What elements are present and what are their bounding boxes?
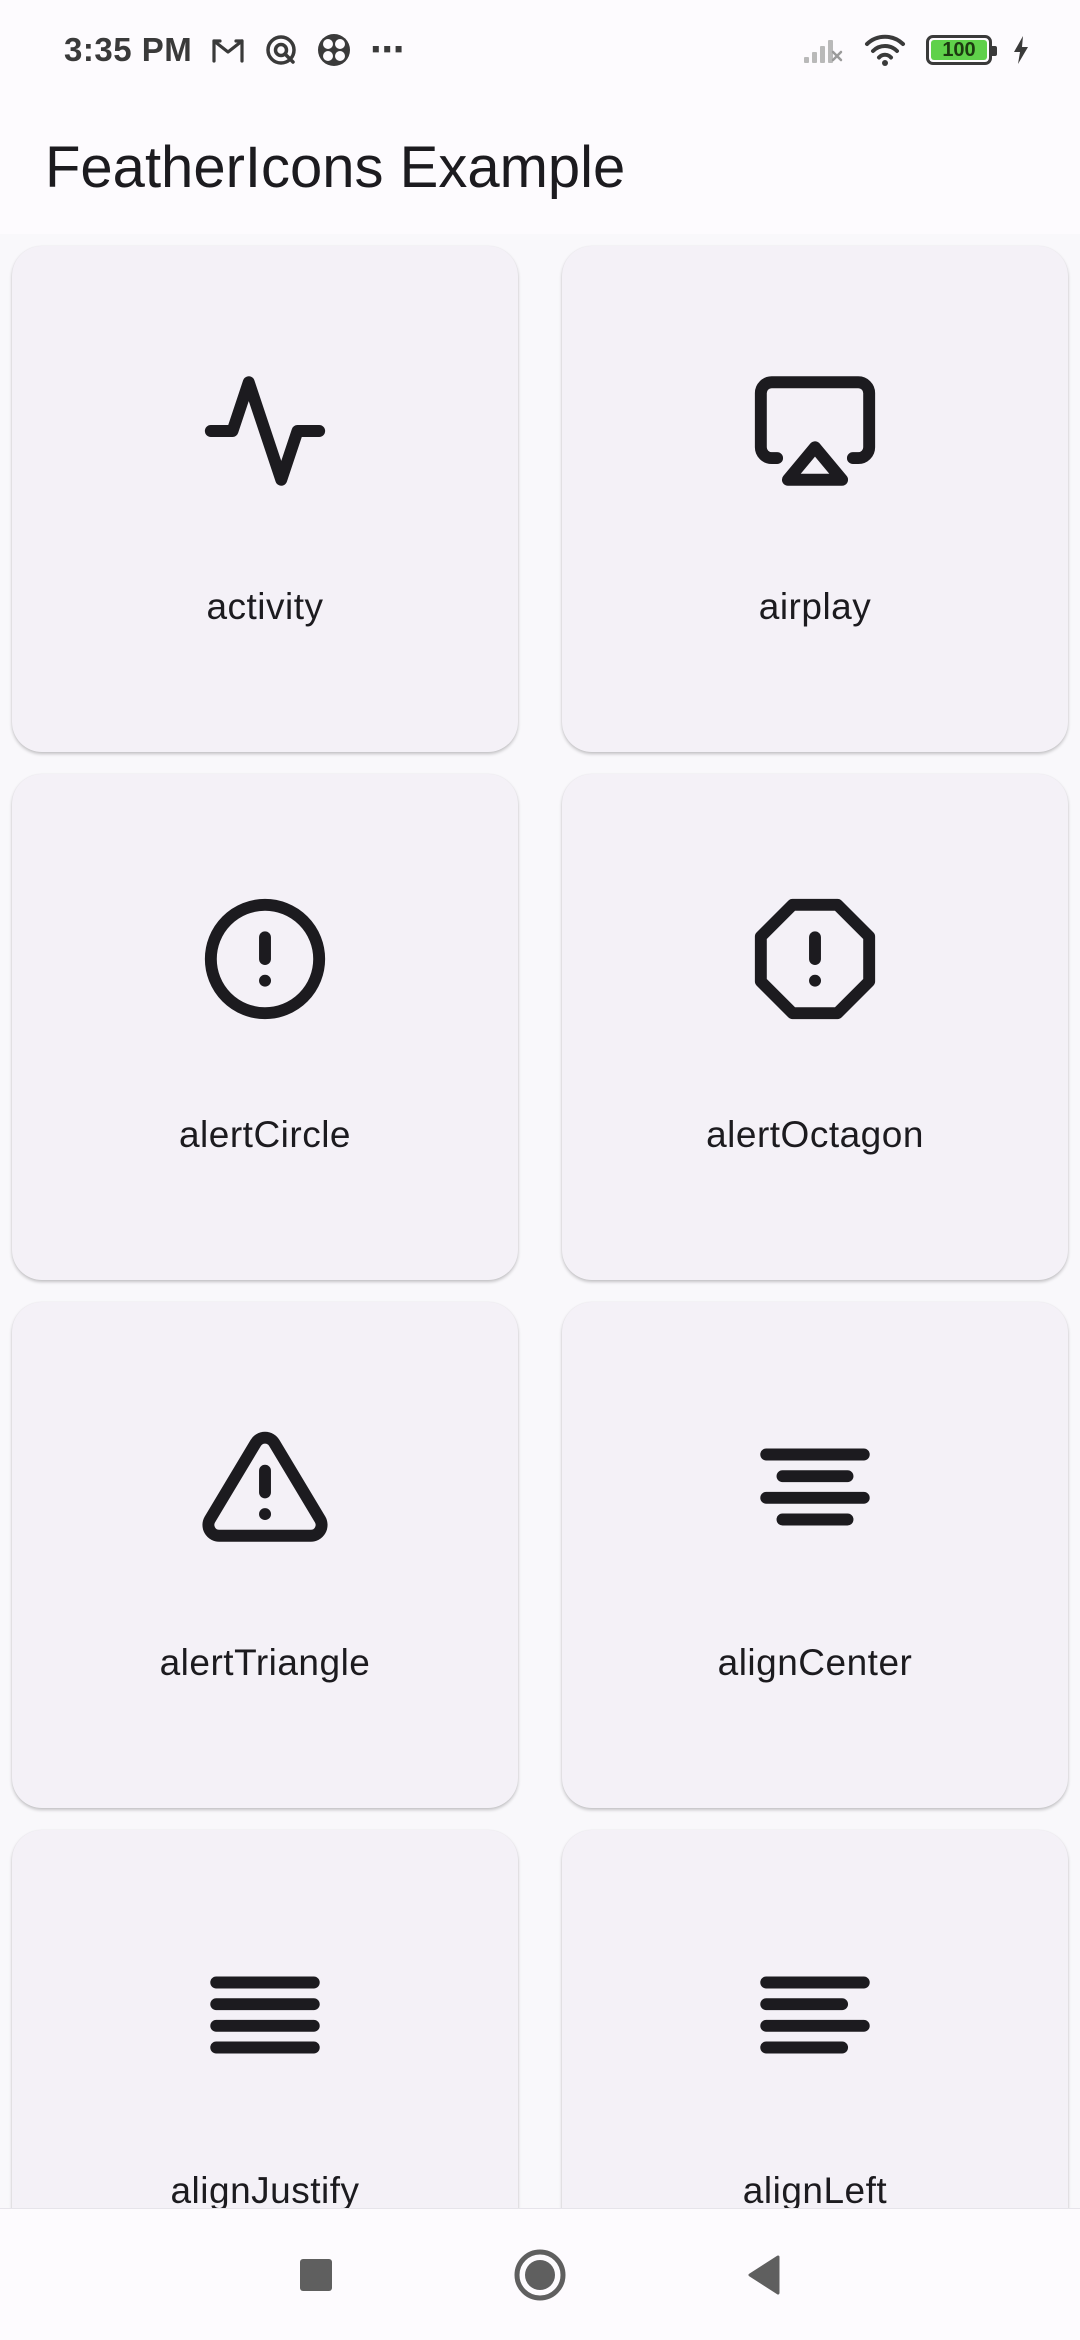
screen: 3:35 PM ⋯ 100 FeatherIcons Example activ… (0, 0, 1080, 2340)
page-title: FeatherIcons Example (45, 134, 626, 200)
recents-button[interactable] (296, 2255, 336, 2295)
charging-icon (1012, 35, 1030, 65)
back-button[interactable] (744, 2253, 784, 2297)
icon-label: airplay (758, 586, 872, 627)
icon-label: alertOctagon (706, 1114, 924, 1155)
status-left: 3:35 PM ⋯ (64, 30, 406, 70)
alert-triangle-icon (200, 1422, 330, 1552)
app-bar: FeatherIcons Example (0, 100, 1080, 234)
system-nav-bar (0, 2208, 1080, 2340)
icon-card-alert-triangle[interactable]: alertTriangle (12, 1302, 518, 1808)
icon-card-activity[interactable]: activity (12, 246, 518, 752)
signal-icon (802, 35, 844, 65)
recents-icon (300, 2258, 332, 2291)
sync-icon (264, 33, 298, 67)
icon-label: alertCircle (178, 1114, 352, 1155)
status-time: 3:35 PM (64, 31, 193, 68)
battery-level: 100 (942, 38, 976, 61)
alert-circle-icon (200, 894, 330, 1024)
icon-label: alignLeft (742, 2170, 888, 2208)
home-icon (514, 2249, 566, 2300)
icon-card-alert-circle[interactable]: alertCircle (12, 774, 518, 1280)
icon-label: alignCenter (717, 1642, 913, 1683)
wifi-icon (864, 33, 906, 67)
align-left-icon (750, 1950, 880, 2080)
alert-octagon-icon (750, 894, 880, 1024)
icon-grid[interactable]: activity airplay alertCircle alertOctago… (0, 234, 1080, 2208)
icon-card-align-left[interactable]: alignLeft (562, 1830, 1068, 2208)
icon-card-align-center[interactable]: alignCenter (562, 1302, 1068, 1808)
status-right: 100 (802, 33, 1030, 67)
home-button[interactable] (512, 2247, 568, 2303)
activity-icon (200, 366, 330, 496)
icon-label: activity (206, 586, 324, 627)
pinwheel-icon (316, 32, 352, 68)
icon-card-align-justify[interactable]: alignJustify (12, 1830, 518, 2208)
icon-card-airplay[interactable]: airplay (562, 246, 1068, 752)
more-notifications-icon: ⋯ (370, 31, 407, 69)
battery-icon: 100 (926, 35, 997, 65)
airplay-icon (750, 366, 880, 496)
align-center-icon (750, 1422, 880, 1552)
gmail-icon (210, 35, 246, 65)
icon-label: alignJustify (170, 2170, 360, 2208)
icon-card-alert-octagon[interactable]: alertOctagon (562, 774, 1068, 1280)
status-bar: 3:35 PM ⋯ 100 (0, 0, 1080, 100)
icon-label: alertTriangle (159, 1642, 371, 1683)
align-justify-icon (200, 1950, 330, 2080)
back-icon (748, 2255, 780, 2294)
